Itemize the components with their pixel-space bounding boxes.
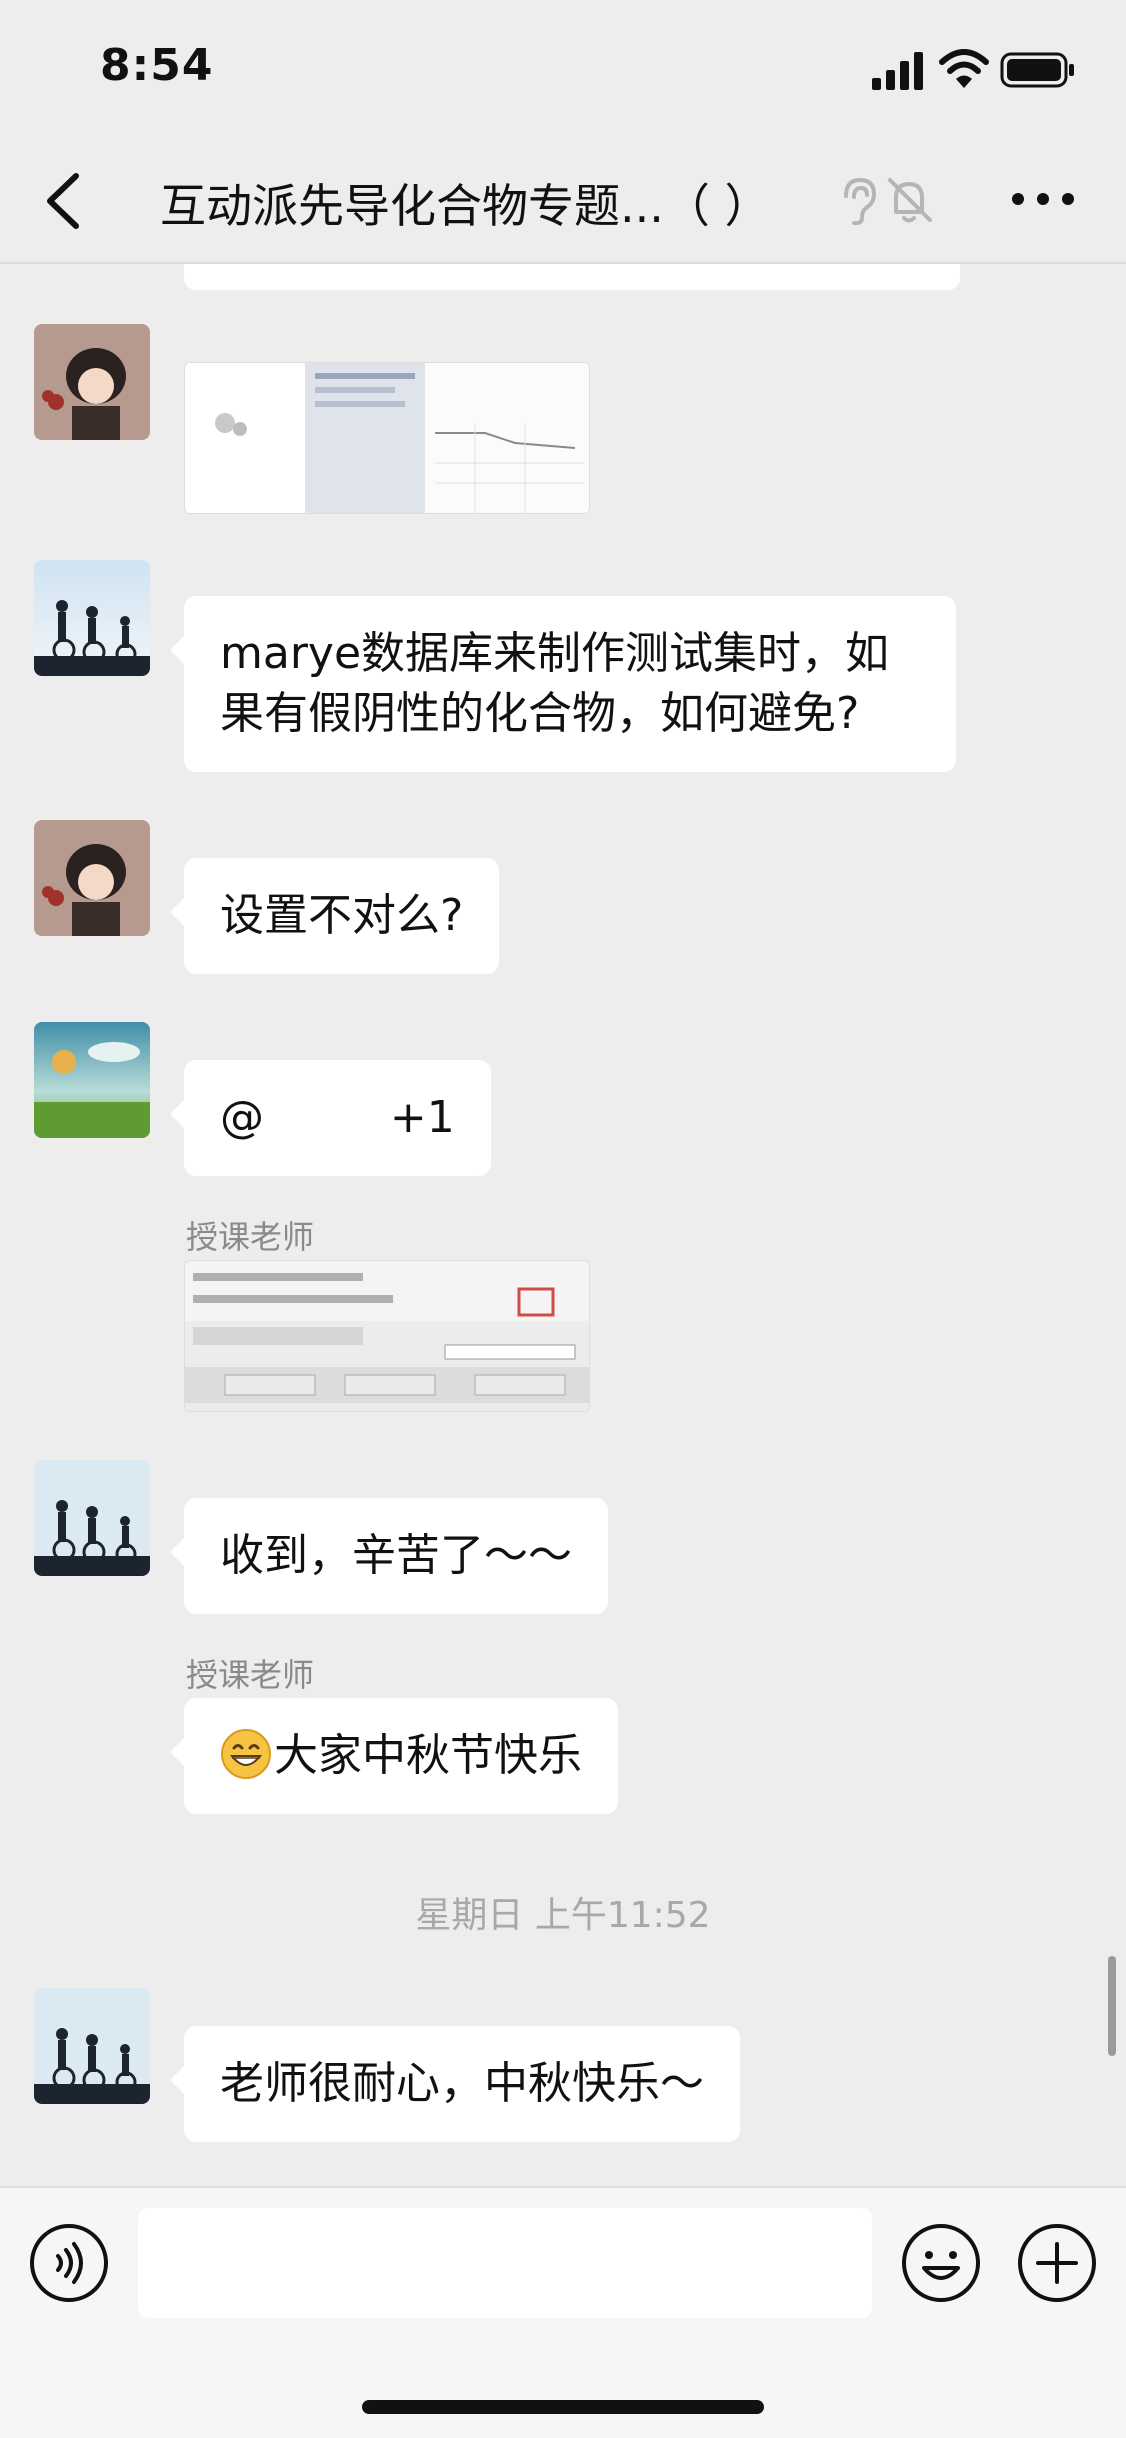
ear-icon [844,177,877,226]
message-text: 大家中秋节快乐 [274,1730,582,1781]
voice-icon[interactable] [28,2222,110,2304]
message-input-bar [0,2186,1126,2438]
message-text: @ +1 [220,1092,455,1143]
message-bubble[interactable]: 大家中秋节快乐 [170,1698,618,1814]
sender-name: 授课老师 [186,1656,315,1694]
chat-message-list[interactable]: marye数据库来制作测试集时，如果有假阴性的化合物，如何避免? 设置不对么? … [0,264,1126,2184]
avatar[interactable] [34,1460,150,1576]
chat-title: 互动派先导化合物专题...（ ） [160,179,771,233]
avatar[interactable] [34,1988,150,2104]
message-input[interactable] [138,2208,872,2318]
avatar-cartoon-icon [34,820,150,936]
mute-bell-icon [888,178,932,223]
message-text: 老师很耐心，中秋快乐～ [220,2058,704,2109]
message-bubble[interactable]: 老师很耐心，中秋快乐～ [170,2026,740,2142]
status-bar: 8:54 [0,0,1126,140]
avatar[interactable] [34,820,150,936]
plus-icon[interactable] [1016,2222,1098,2304]
avatar[interactable] [34,1022,150,1138]
status-time: 8:54 [100,40,214,91]
message-bubble[interactable]: 设置不对么? [169,858,500,974]
message-text: marye数据库来制作测试集时，如果有假阴性的化合物，如何避免? [220,628,890,739]
avatar-cartoon-icon [34,324,150,440]
partial-message-bubble [184,264,960,290]
screenshot-thumbnail-icon [185,363,589,513]
avatar-bikes-icon [34,560,150,676]
message-bubble[interactable]: marye数据库来制作测试集时，如果有假阴性的化合物，如何避免? [170,596,956,772]
avatar-bikes-icon [34,1460,150,1576]
screenshot-thumbnail-icon [185,1261,589,1411]
grin-emoji-icon [221,1729,271,1779]
chat-header: 互动派先导化合物专题...（ ） [0,140,1126,264]
sender-name: 授课老师 [186,1218,315,1256]
avatar-landscape-icon [34,1022,150,1138]
avatar[interactable] [34,560,150,676]
home-indicator[interactable] [362,2400,764,2414]
message-text: 设置不对么? [220,890,464,941]
emoji-icon[interactable] [900,2222,982,2304]
avatar-bikes-icon [34,1988,150,2104]
signal-icon [872,52,923,90]
more-icon[interactable] [1010,184,1076,214]
image-message[interactable] [184,362,590,514]
message-bubble[interactable]: 收到，辛苦了～～ [170,1498,608,1614]
avatar[interactable] [34,324,150,440]
message-text: 收到，辛苦了～～ [220,1530,572,1581]
back-icon[interactable] [36,168,96,234]
battery-icon [1000,52,1074,88]
wifi-icon [939,49,989,88]
chat-scrollbar[interactable] [1108,1956,1116,2056]
chat-timestamp: 星期日 上午11:52 [415,1895,711,1936]
image-message[interactable] [184,1260,590,1412]
message-bubble[interactable]: @ +1 [170,1060,491,1176]
